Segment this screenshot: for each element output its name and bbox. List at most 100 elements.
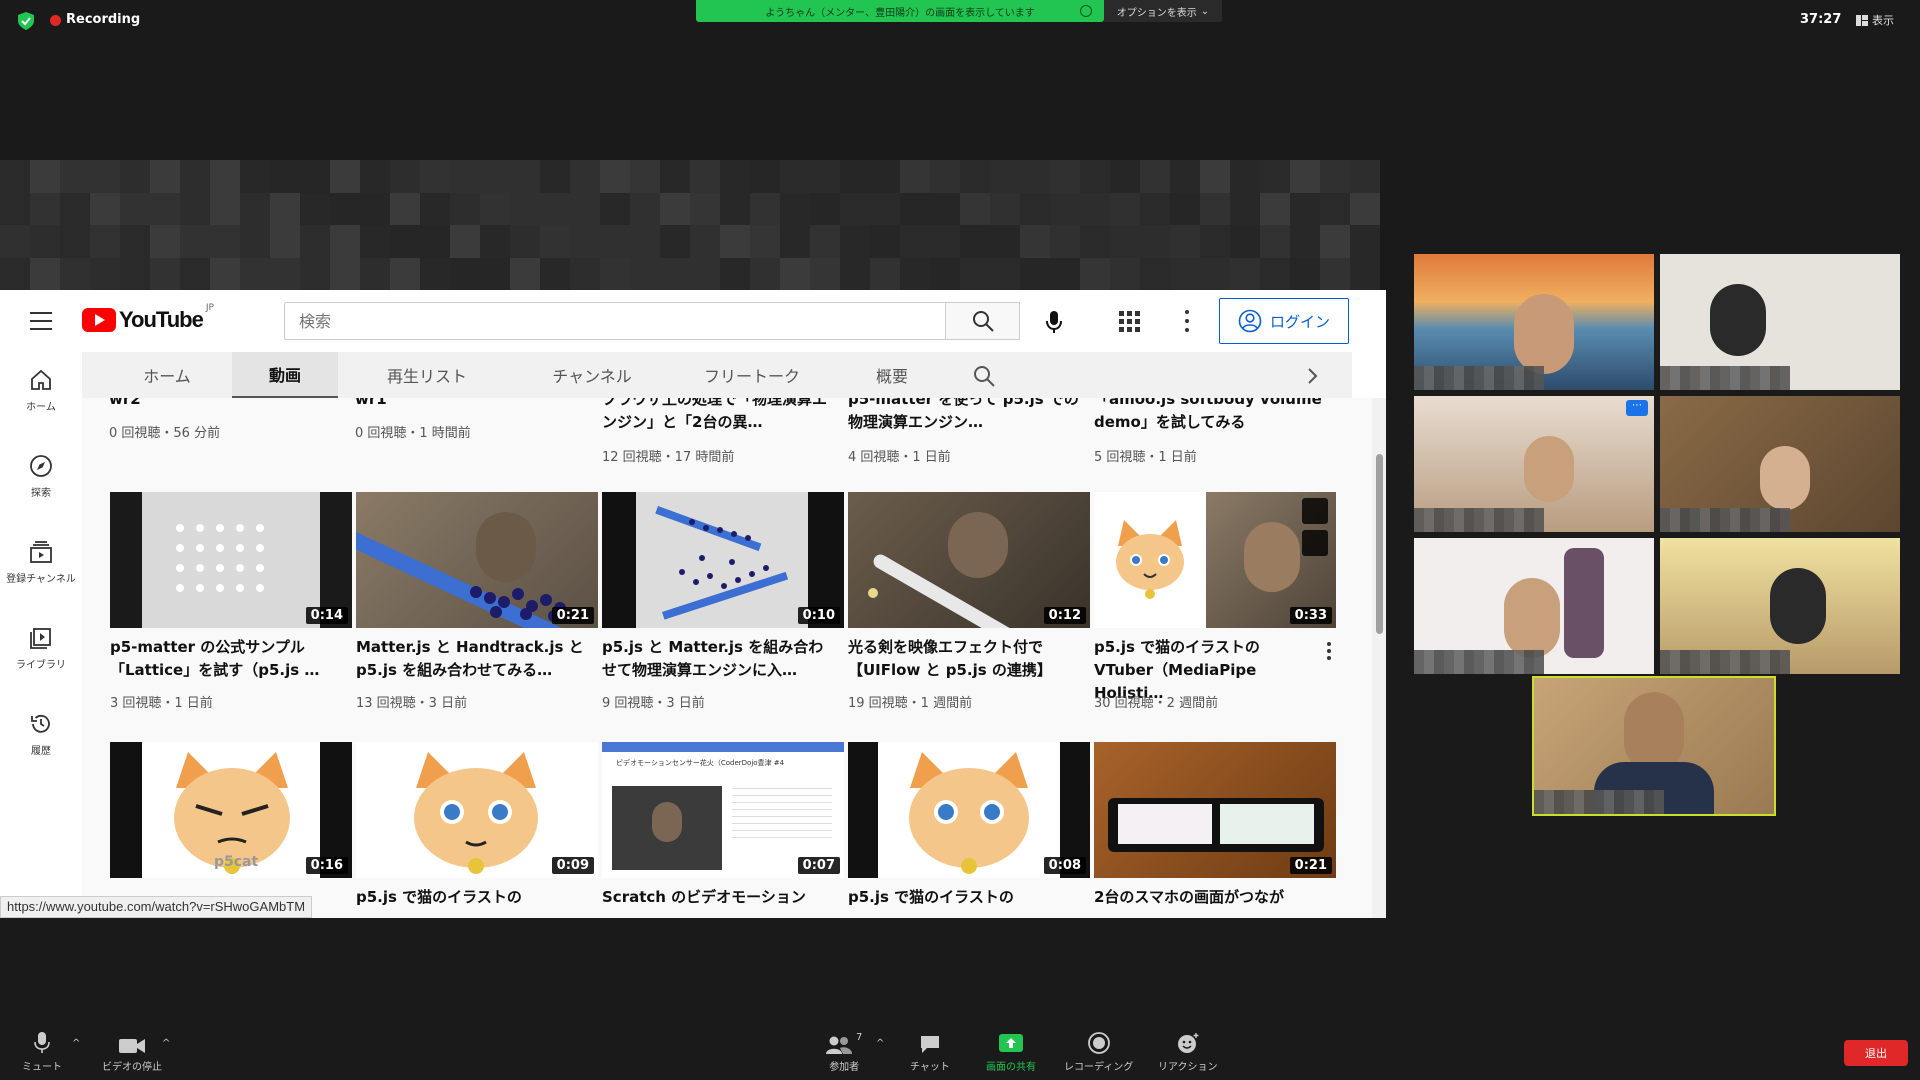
tab-channels[interactable]: チャンネル: [522, 352, 662, 398]
add-to-queue-icon[interactable]: [1302, 530, 1328, 556]
leave-meeting-button[interactable]: 退出: [1844, 1040, 1908, 1066]
meeting-timer: 37:27: [1800, 12, 1842, 27]
stop-share-icon[interactable]: [1080, 5, 1092, 17]
channel-tab-bar: ホーム 動画 再生リスト チャンネル フリートーク 概要: [82, 352, 1352, 398]
stop-video-button[interactable]: ビデオの停止: [102, 1032, 162, 1073]
video-thumbnail[interactable]: ビデオモーションセンサー花火（CoderDojo豊津 #4 0:07: [602, 742, 844, 878]
view-button[interactable]: 表示: [1856, 12, 1894, 28]
video-thumbnail[interactable]: 0:21: [356, 492, 598, 628]
redaction-pixel: [960, 192, 990, 225]
participant-video-tile[interactable]: [1660, 396, 1900, 532]
video-title[interactable]: p5-matter を使って p5.js での物理演算エンジン…: [848, 398, 1080, 434]
redaction-pixel: [690, 192, 720, 225]
microphone-icon: [34, 1032, 50, 1053]
video-title[interactable]: p5.js と Matter.js を組み合わせて物理演算エンジンに入…: [602, 636, 834, 682]
video-title[interactable]: p5-matter の公式サンプル「Lattice」を試す（p5.js …: [110, 636, 342, 682]
tab-home[interactable]: ホーム: [112, 352, 222, 398]
search-icon: [972, 311, 994, 332]
share-screen-button[interactable]: 画面の共有: [986, 1032, 1036, 1073]
chevron-up-icon[interactable]: ^: [72, 1038, 80, 1049]
more-options-icon[interactable]: [1182, 310, 1192, 332]
video-title[interactable]: p5.js で猫のイラストの: [356, 886, 588, 909]
voice-search-button[interactable]: [1034, 302, 1074, 342]
video-title[interactable]: Matter.js と Handtrack.js と p5.js を組み合わせて…: [356, 636, 588, 682]
participant-video-tile[interactable]: [1414, 254, 1654, 390]
page-scrollbar[interactable]: [1372, 398, 1386, 918]
active-speaker-tile[interactable]: [1532, 676, 1776, 816]
record-button[interactable]: レコーディング: [1064, 1032, 1133, 1073]
cat-watermark: p5cat: [214, 854, 259, 870]
video-title[interactable]: p5.js で猫のイラストの: [848, 886, 1080, 909]
search-button[interactable]: [946, 302, 1020, 340]
video-title[interactable]: wr1: [355, 398, 587, 411]
grid-view-icon: [1856, 14, 1868, 26]
view-options-button[interactable]: オプションを表示 ⌄: [1104, 0, 1222, 22]
chevron-right-icon[interactable]: [1300, 364, 1324, 388]
video-title[interactable]: wr2: [109, 398, 341, 411]
sidebar-item-home[interactable]: ホーム: [0, 368, 82, 413]
redaction-pixel: [780, 192, 810, 225]
video-thumbnail[interactable]: p5cat 0:16: [110, 742, 352, 878]
menu-icon[interactable]: [30, 312, 52, 330]
stop-video-label: ビデオの停止: [102, 1062, 162, 1073]
sidebar-item-library[interactable]: ライブラリ: [0, 626, 82, 671]
participant-video-tile[interactable]: [1414, 538, 1654, 674]
video-thumbnail[interactable]: 0:08: [848, 742, 1090, 878]
video-title[interactable]: 「amoo.js softbody volume demo」を試してみる: [1094, 398, 1326, 434]
participant-video-tile[interactable]: [1660, 254, 1900, 390]
redaction-pixel: [1320, 257, 1350, 290]
login-button[interactable]: ログイン: [1219, 298, 1349, 344]
chevron-up-icon[interactable]: ^: [162, 1038, 170, 1049]
redaction-pixel: [990, 192, 1020, 225]
redaction-pixel: [120, 160, 150, 193]
tab-playlists[interactable]: 再生リスト: [362, 352, 492, 398]
redaction-pixel: [480, 225, 510, 258]
video-thumbnail[interactable]: 0:33: [1094, 492, 1336, 628]
video-duration: 0:12: [1043, 607, 1086, 624]
participants-button[interactable]: 7 参加者: [826, 1032, 862, 1073]
watch-later-icon[interactable]: [1302, 498, 1328, 524]
redaction-pixel: [1140, 257, 1170, 290]
redaction-pixel: [360, 160, 390, 193]
apps-grid-icon[interactable]: [1116, 308, 1144, 336]
chevron-up-icon[interactable]: ^: [876, 1038, 884, 1049]
participant-video-tile[interactable]: ⋯: [1414, 396, 1654, 532]
redaction-pixel: [60, 225, 90, 258]
scrollbar-thumb[interactable]: [1376, 454, 1383, 634]
more-options-icon[interactable]: ⋯: [1626, 400, 1648, 416]
tab-free-talk[interactable]: フリートーク: [682, 352, 822, 398]
redaction-pixel: [180, 225, 210, 258]
redaction-pixel: [870, 160, 900, 193]
tab-videos[interactable]: 動画: [232, 352, 338, 398]
participant-video-tile[interactable]: [1660, 538, 1900, 674]
participant-name-redacted: [1414, 508, 1544, 532]
video-title[interactable]: Scratch のビデオモーション: [602, 886, 834, 909]
redaction-pixel: [960, 257, 990, 290]
youtube-logo[interactable]: YouTube JP: [82, 303, 214, 333]
pixelated-redaction: [0, 160, 1380, 290]
reaction-button[interactable]: リアクション: [1158, 1032, 1218, 1073]
sidebar-item-subscriptions[interactable]: 登録チャンネル: [0, 540, 82, 585]
redaction-pixel: [1230, 160, 1260, 193]
tab-about[interactable]: 概要: [842, 352, 942, 398]
mute-button[interactable]: ミュート: [22, 1032, 62, 1073]
video-thumbnail[interactable]: 0:21: [1094, 742, 1336, 878]
video-thumbnail[interactable]: 0:14: [110, 492, 352, 628]
video-thumbnail[interactable]: 0:12: [848, 492, 1090, 628]
account-icon: [1238, 309, 1262, 333]
video-thumbnail[interactable]: 0:10: [602, 492, 844, 628]
video-title[interactable]: 2台のスマホの画面がつなが: [1094, 886, 1326, 909]
link-status-url: https://www.youtube.com/watch?v=rSHwoGAM…: [0, 896, 313, 918]
video-title[interactable]: 光る剣を映像エフェクト付で【UIFlow と p5.js の連携】: [848, 636, 1080, 682]
more-actions-icon[interactable]: [1326, 642, 1332, 660]
sidebar-item-explore[interactable]: 探索: [0, 454, 82, 499]
search-input[interactable]: [284, 302, 946, 340]
video-title[interactable]: ブラウザ上の処理で「物理演算エンジン」と「2台の異…: [602, 398, 834, 434]
redaction-pixel: [510, 192, 540, 225]
video-thumbnail[interactable]: 0:09: [356, 742, 598, 878]
sidebar-item-history[interactable]: 履歴: [0, 712, 82, 757]
redaction-pixel: [780, 257, 810, 290]
chat-button[interactable]: チャット: [910, 1032, 950, 1073]
redaction-pixel: [330, 225, 360, 258]
channel-search-icon[interactable]: [972, 364, 996, 388]
